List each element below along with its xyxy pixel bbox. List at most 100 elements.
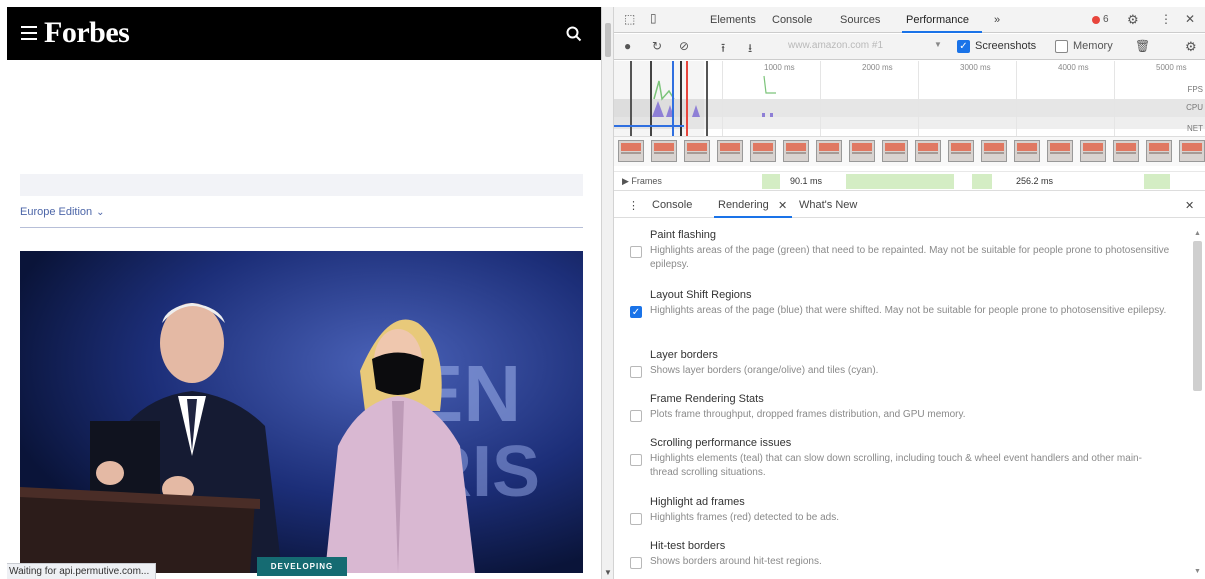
scroll-up-arrow-icon[interactable]: ▲ — [1194, 230, 1201, 237]
clear-icon[interactable]: ⊘ — [679, 39, 689, 53]
option-description: Highlights frames (red) detected to be a… — [650, 512, 839, 523]
scroll-down-arrow-icon[interactable]: ▼ — [1194, 568, 1201, 575]
screenshots-checkbox[interactable]: ✓ — [957, 40, 970, 53]
frame-block[interactable] — [1144, 174, 1170, 189]
time-tick: 2000 ms — [862, 63, 893, 72]
option-description: Plots frame throughput, dropped frames d… — [650, 409, 966, 420]
reload-record-icon[interactable]: ↻ — [652, 39, 662, 53]
screenshot-thumbnail[interactable] — [684, 140, 710, 162]
tab-elements[interactable]: Elements — [710, 14, 756, 26]
screenshot-thumbnail[interactable] — [750, 140, 776, 162]
screenshot-thumbnail[interactable] — [1047, 140, 1073, 162]
screenshot-thumbnail[interactable] — [915, 140, 941, 162]
layout-shift-line — [614, 125, 684, 127]
upload-profile-icon[interactable]: ⭱ — [721, 39, 725, 60]
screenshot-thumbnail[interactable] — [849, 140, 875, 162]
screenshot-thumbnail[interactable] — [783, 140, 809, 162]
option-title: Layout Shift Regions — [650, 289, 752, 301]
screenshot-thumbnail[interactable] — [717, 140, 743, 162]
timeline-overview[interactable]: 1000 ms 2000 ms 3000 ms 4000 ms 5000 ms … — [614, 61, 1205, 171]
search-icon[interactable] — [565, 25, 583, 43]
active-tab-indicator — [902, 31, 982, 33]
tab-performance[interactable]: Performance — [906, 14, 969, 26]
kebab-menu-icon[interactable]: ⋮ — [1160, 12, 1172, 26]
frame-duration-2: 256.2 ms — [1016, 176, 1054, 186]
hamburger-menu-icon[interactable] — [21, 26, 37, 40]
screenshots-filmstrip[interactable] — [614, 136, 1205, 166]
memory-checkbox[interactable] — [1055, 40, 1068, 53]
web-page: Forbes Europe Edition ⌄ EN RIS DEVELOPIN… — [7, 7, 601, 579]
close-devtools-icon[interactable]: ✕ — [1185, 12, 1195, 26]
grid-line — [918, 61, 919, 136]
inspect-element-icon[interactable]: ⬚ — [624, 12, 635, 26]
record-icon[interactable]: ● — [624, 39, 631, 53]
more-tabs-button[interactable]: » — [994, 14, 1000, 26]
option-title: Layer borders — [650, 349, 718, 361]
option-description: Highlights areas of the page (blue) that… — [650, 305, 1167, 316]
option-title: Hit-test borders — [650, 540, 726, 552]
edition-selector[interactable]: Europe Edition ⌄ — [20, 206, 105, 218]
screenshots-label[interactable]: Screenshots — [975, 40, 1036, 52]
edition-divider — [20, 227, 583, 228]
device-toolbar-icon[interactable]: ▯ — [650, 11, 657, 25]
option-title: Paint flashing — [650, 229, 717, 241]
devtools-tab-bar: ⬚ ▯ Elements Console Sources Performance… — [614, 7, 1205, 33]
capture-settings-icon[interactable]: ⚙ — [1185, 39, 1197, 55]
page-scrollbar[interactable]: ▼ — [601, 7, 614, 579]
screenshot-thumbnail[interactable] — [882, 140, 908, 162]
screenshot-thumbnail[interactable] — [1179, 140, 1205, 162]
frame-block[interactable] — [846, 174, 954, 189]
tab-console[interactable]: Console — [772, 14, 812, 26]
frame-rendering-stats-checkbox[interactable] — [630, 410, 642, 422]
drawer-tab-console[interactable]: Console — [652, 199, 692, 211]
frame-block[interactable] — [762, 174, 780, 189]
error-icon[interactable] — [1092, 16, 1100, 24]
scrollbar-thumb[interactable] — [605, 23, 611, 57]
scrolling-performance-checkbox[interactable] — [630, 454, 642, 466]
grid-line — [820, 61, 821, 136]
profile-select[interactable]: www.amazon.com #1 — [788, 40, 883, 51]
screenshot-thumbnail[interactable] — [1080, 140, 1106, 162]
frames-label[interactable]: ▶ Frames — [622, 176, 662, 187]
frame-duration-1: 90.1 ms — [790, 176, 823, 186]
rendering-scrollbar-thumb[interactable] — [1193, 241, 1202, 391]
forbes-logo[interactable]: Forbes — [44, 16, 130, 50]
memory-label[interactable]: Memory — [1073, 40, 1113, 52]
screenshot-thumbnail[interactable] — [981, 140, 1007, 162]
drawer-tab-whats-new[interactable]: What's New — [799, 199, 857, 211]
hit-test-borders-checkbox[interactable] — [630, 557, 642, 569]
settings-gear-icon[interactable]: ⚙ — [1127, 12, 1139, 28]
close-rendering-tab-icon[interactable]: ✕ — [778, 199, 787, 212]
option-description: Highlights elements (teal) that can slow… — [650, 453, 1142, 478]
download-profile-icon[interactable]: ⭳ — [748, 39, 752, 60]
option-title: Frame Rendering Stats — [650, 393, 764, 405]
frames-track[interactable]: ▶ Frames 90.1 ms 256.2 ms — [614, 171, 1205, 191]
screenshot-thumbnail[interactable] — [1014, 140, 1040, 162]
screenshot-thumbnail[interactable] — [651, 140, 677, 162]
screenshot-thumbnail[interactable] — [1113, 140, 1139, 162]
time-tick: 5000 ms — [1156, 63, 1187, 72]
close-drawer-icon[interactable]: ✕ — [1185, 199, 1194, 212]
paint-flashing-checkbox[interactable] — [630, 246, 642, 258]
collect-garbage-icon[interactable]: 🗑 — [1135, 39, 1150, 53]
drawer-menu-icon[interactable]: ⋮ — [628, 199, 639, 212]
error-count[interactable]: 6 — [1103, 14, 1109, 25]
drawer-tab-bar: ⋮ Console Rendering ✕ What's New ✕ — [614, 192, 1205, 218]
screenshot-thumbnail[interactable] — [816, 140, 842, 162]
scroll-down-arrow-icon[interactable]: ▼ — [604, 568, 612, 577]
drawer-tab-rendering[interactable]: Rendering — [718, 199, 769, 211]
highlight-ad-frames-checkbox[interactable] — [630, 513, 642, 525]
time-tick: 3000 ms — [960, 63, 991, 72]
dropdown-caret-icon[interactable]: ▼ — [934, 40, 942, 49]
chevron-down-icon: ⌄ — [96, 207, 105, 218]
edition-label: Europe Edition — [20, 206, 93, 218]
frame-block[interactable] — [972, 174, 992, 189]
tab-sources[interactable]: Sources — [840, 14, 880, 26]
screenshot-thumbnail[interactable] — [948, 140, 974, 162]
cpu-label: CPU — [1186, 103, 1203, 112]
hero-image[interactable]: EN RIS — [20, 251, 583, 573]
screenshot-thumbnail[interactable] — [618, 140, 644, 162]
layout-shift-regions-checkbox[interactable]: ✓ — [630, 306, 642, 318]
screenshot-thumbnail[interactable] — [1146, 140, 1172, 162]
layer-borders-checkbox[interactable] — [630, 366, 642, 378]
